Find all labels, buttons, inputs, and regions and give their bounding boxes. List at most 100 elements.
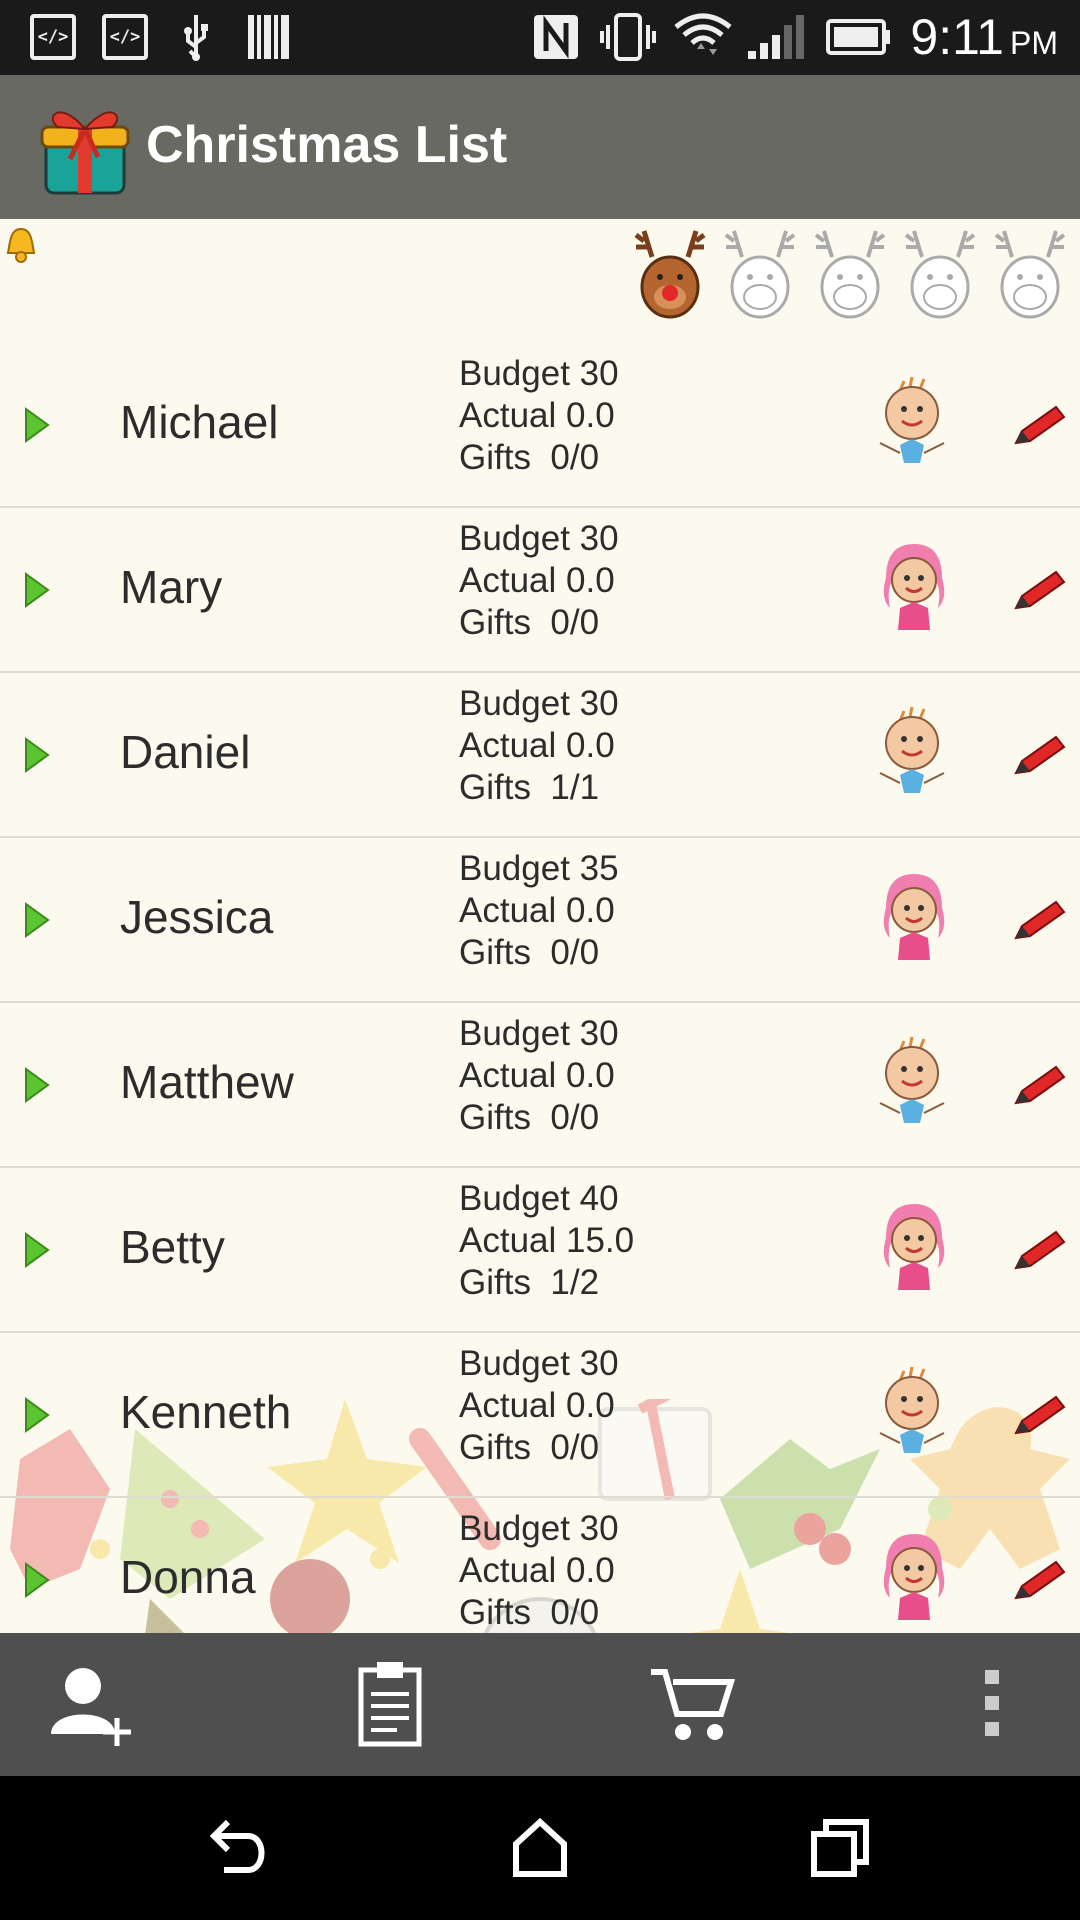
expand-arrow-icon[interactable] bbox=[24, 1232, 50, 1268]
home-icon[interactable] bbox=[500, 1808, 580, 1888]
app-bar: Christmas List bbox=[0, 75, 1080, 219]
actual-text: Actual 0.0 bbox=[459, 396, 615, 435]
reindeer-icon-inactive bbox=[992, 227, 1068, 323]
person-stats: Budget 30 Actual 0.0 Gifts 0/0 bbox=[459, 353, 619, 479]
code-icon: </> bbox=[30, 14, 76, 60]
person-stats: Budget 30 Actual 0.0 Gifts 1/1 bbox=[459, 683, 619, 809]
code-icon: </> bbox=[102, 14, 148, 60]
actual-text: Actual 0.0 bbox=[459, 561, 615, 600]
girl-avatar-icon bbox=[870, 538, 960, 638]
cart-icon[interactable] bbox=[642, 1653, 742, 1753]
boy-avatar-icon bbox=[870, 1033, 960, 1133]
boy-avatar-icon bbox=[870, 1363, 960, 1463]
girl-avatar-icon bbox=[870, 868, 960, 968]
budget-text: Budget 30 bbox=[459, 354, 619, 393]
actual-text: Actual 0.0 bbox=[459, 726, 615, 765]
clipboard-icon[interactable] bbox=[340, 1653, 440, 1753]
app-title: Christmas List bbox=[146, 116, 508, 174]
edit-pencil-icon[interactable] bbox=[1012, 898, 1068, 942]
actual-text: Actual 0.0 bbox=[459, 1056, 615, 1095]
usb-icon bbox=[174, 14, 218, 61]
budget-text: Budget 35 bbox=[459, 849, 619, 888]
person-stats: Budget 30 Actual 0.0 Gifts 0/0 bbox=[459, 518, 619, 644]
back-icon[interactable] bbox=[200, 1808, 280, 1888]
person-name: Betty bbox=[120, 1221, 225, 1273]
barcode-icon bbox=[246, 14, 292, 60]
gifts-text: Gifts 0/0 bbox=[459, 438, 600, 477]
person-list-screen: Michael Budget 30 Actual 0.0 Gifts 0/0 Mary B… bbox=[0, 219, 1080, 1633]
expand-arrow-icon[interactable] bbox=[24, 1067, 50, 1103]
budget-text: Budget 30 bbox=[459, 1014, 619, 1053]
battery-icon bbox=[826, 14, 892, 60]
person-name: Daniel bbox=[120, 726, 251, 778]
person-row[interactable]: Betty Budget 40 Actual 15.0 Gifts 1/2 bbox=[0, 1168, 1080, 1333]
reindeer-rating bbox=[632, 227, 1068, 323]
gifts-text: Gifts 0/0 bbox=[459, 603, 600, 642]
person-stats: Budget 35 Actual 0.0 Gifts 0/0 bbox=[459, 848, 619, 974]
budget-text: Budget 30 bbox=[459, 1344, 619, 1383]
edit-pencil-icon[interactable] bbox=[1012, 1063, 1068, 1107]
system-nav-bar bbox=[0, 1776, 1080, 1920]
person-stats: Budget 30 Actual 0.0 Gifts 0/0 bbox=[459, 1343, 619, 1469]
budget-text: Budget 40 bbox=[459, 1179, 619, 1218]
gifts-text: Gifts 0/0 bbox=[459, 1593, 600, 1632]
actual-text: Actual 15.0 bbox=[459, 1221, 635, 1260]
person-row[interactable]: Mary Budget 30 Actual 0.0 Gifts 0/0 bbox=[0, 508, 1080, 673]
expand-arrow-icon[interactable] bbox=[24, 407, 50, 443]
reindeer-icon-inactive bbox=[812, 227, 888, 323]
edit-pencil-icon[interactable] bbox=[1012, 568, 1068, 612]
expand-arrow-icon[interactable] bbox=[24, 1397, 50, 1433]
edit-pencil-icon[interactable] bbox=[1012, 403, 1068, 447]
boy-avatar-icon bbox=[870, 373, 960, 473]
overflow-menu-icon[interactable] bbox=[942, 1653, 1042, 1753]
expand-arrow-icon[interactable] bbox=[24, 737, 50, 773]
person-stats: Budget 30 Actual 0.0 Gifts 0/0 bbox=[459, 1013, 619, 1139]
gifts-text: Gifts 1/1 bbox=[459, 768, 600, 807]
budget-text: Budget 30 bbox=[459, 1509, 619, 1548]
signal-icon bbox=[746, 14, 806, 60]
bell-icon[interactable] bbox=[4, 225, 38, 265]
status-bar: </> </> 9:11 PM bbox=[0, 0, 1080, 75]
nfc-icon bbox=[532, 14, 580, 60]
person-row[interactable]: Matthew Budget 30 Actual 0.0 Gifts 0/0 bbox=[0, 1003, 1080, 1168]
vibrate-icon bbox=[598, 13, 658, 61]
person-name: Matthew bbox=[120, 1056, 294, 1108]
actual-text: Actual 0.0 bbox=[459, 1386, 615, 1425]
girl-avatar-icon bbox=[870, 1198, 960, 1298]
edit-pencil-icon[interactable] bbox=[1012, 733, 1068, 777]
person-row[interactable]: Kenneth Budget 30 Actual 0.0 Gifts 0/0 bbox=[0, 1333, 1080, 1498]
person-name: Michael bbox=[120, 396, 279, 448]
expand-arrow-icon[interactable] bbox=[24, 572, 50, 608]
expand-arrow-icon[interactable] bbox=[24, 902, 50, 938]
reindeer-icon-active bbox=[632, 227, 708, 323]
person-row[interactable]: Donna Budget 30 Actual 0.0 Gifts 0/0 bbox=[0, 1498, 1080, 1633]
person-name: Kenneth bbox=[120, 1386, 292, 1438]
edit-pencil-icon[interactable] bbox=[1012, 1228, 1068, 1272]
gifts-text: Gifts 0/0 bbox=[459, 1098, 600, 1137]
gift-icon[interactable] bbox=[40, 97, 130, 197]
person-row[interactable]: Michael Budget 30 Actual 0.0 Gifts 0/0 bbox=[0, 343, 1080, 508]
actual-text: Actual 0.0 bbox=[459, 1551, 615, 1590]
recents-icon[interactable] bbox=[800, 1808, 880, 1888]
person-row[interactable]: Jessica Budget 35 Actual 0.0 Gifts 0/0 bbox=[0, 838, 1080, 1003]
person-stats: Budget 30 Actual 0.0 Gifts 0/0 bbox=[459, 1508, 619, 1633]
edit-pencil-icon[interactable] bbox=[1012, 1558, 1068, 1602]
person-row[interactable]: Daniel Budget 30 Actual 0.0 Gifts 1/1 bbox=[0, 673, 1080, 838]
person-stats: Budget 40 Actual 15.0 Gifts 1/2 bbox=[459, 1178, 634, 1304]
budget-text: Budget 30 bbox=[459, 684, 619, 723]
expand-arrow-icon[interactable] bbox=[24, 1562, 50, 1598]
actual-text: Actual 0.0 bbox=[459, 891, 615, 930]
gifts-text: Gifts 0/0 bbox=[459, 1428, 600, 1467]
girl-avatar-icon bbox=[870, 1528, 960, 1628]
budget-text: Budget 30 bbox=[459, 519, 619, 558]
wifi-icon bbox=[672, 13, 734, 60]
edit-pencil-icon[interactable] bbox=[1012, 1393, 1068, 1437]
person-name: Mary bbox=[120, 561, 223, 613]
gifts-text: Gifts 1/2 bbox=[459, 1263, 600, 1302]
gifts-text: Gifts 0/0 bbox=[459, 933, 600, 972]
boy-avatar-icon bbox=[870, 703, 960, 803]
reindeer-icon-inactive bbox=[902, 227, 978, 323]
bottom-toolbar bbox=[0, 1633, 1080, 1776]
add-person-icon[interactable] bbox=[40, 1653, 140, 1753]
person-name: Jessica bbox=[120, 891, 274, 943]
